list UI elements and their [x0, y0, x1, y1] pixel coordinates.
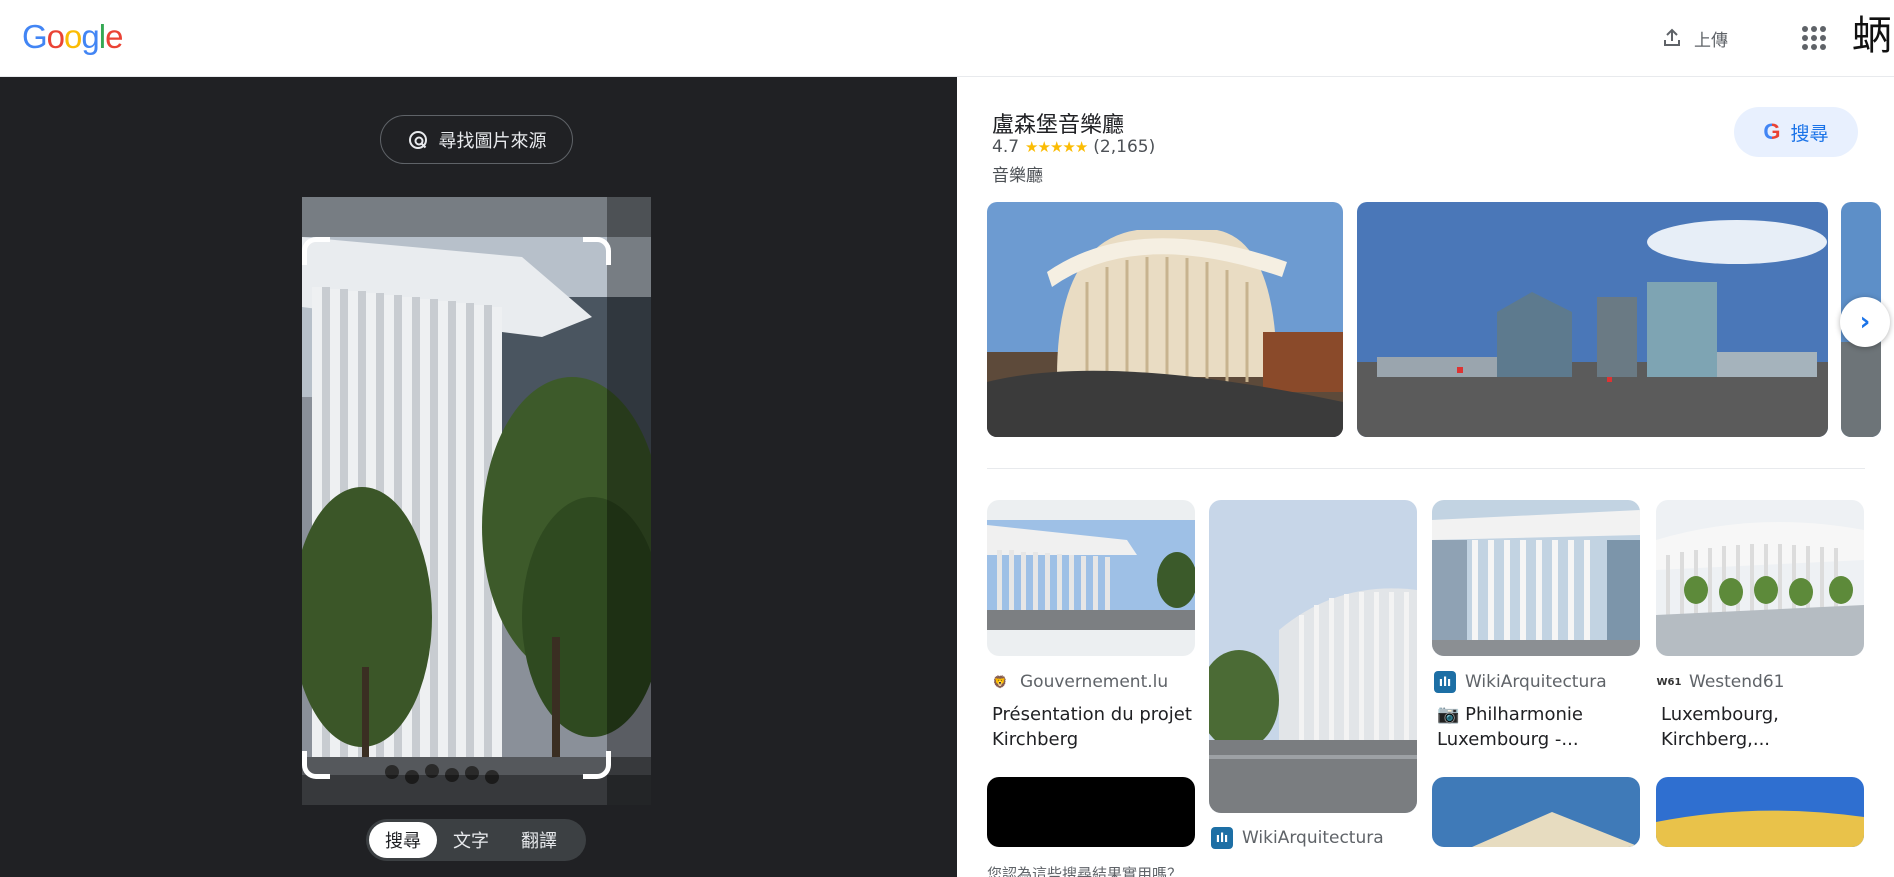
- rating-value: 4.7: [992, 137, 1020, 157]
- source-name: WikiArquitectura: [1465, 672, 1607, 692]
- carousel-next-button[interactable]: ›: [1840, 297, 1890, 347]
- crop-handle-bottom-left[interactable]: [302, 751, 330, 779]
- source-name: Gouvernement.lu: [1020, 672, 1169, 692]
- logo-letter: o: [46, 18, 65, 55]
- westend61-favicon-icon: W61: [1656, 676, 1682, 688]
- hero-image-2[interactable]: [1357, 202, 1828, 437]
- mode-tab-bar: 搜尋 文字 翻譯: [366, 819, 586, 861]
- crop-selection-frame[interactable]: [302, 237, 611, 779]
- logo-letter: e: [105, 18, 123, 55]
- result-image-4[interactable]: [1656, 500, 1864, 656]
- google-logo[interactable]: Google: [22, 18, 123, 56]
- upload-label: 上傳: [1694, 30, 1728, 51]
- crop-handle-bottom-right[interactable]: [583, 751, 611, 779]
- google-g-icon: G: [1763, 119, 1781, 144]
- result-source-1[interactable]: 🦁 Gouvernement.lu: [989, 671, 1169, 693]
- logo-letter: g: [81, 18, 99, 55]
- upload-button[interactable]: 上傳: [1660, 20, 1728, 56]
- search-label: 搜尋: [1790, 122, 1829, 145]
- result-source-4[interactable]: W61 Westend61: [1656, 671, 1785, 693]
- image-preview-panel: 尋找圖片來源 搜尋 文字 翻譯: [0, 77, 957, 877]
- find-source-label: 尋找圖片來源: [438, 130, 547, 152]
- results-panel: 盧森堡音樂廳 4.7 ★★★★★ (2,165) 音樂廳 G 搜尋 › 🦁 Go…: [957, 77, 1894, 877]
- section-divider: [987, 468, 1865, 469]
- rating-row: 4.7 ★★★★★ (2,165): [992, 137, 1155, 157]
- logo-letter: o: [64, 18, 82, 55]
- review-count[interactable]: (2,165): [1093, 137, 1155, 157]
- result-title-4[interactable]: Luxembourg, Kirchberg,...: [1661, 702, 1861, 752]
- result-title-1[interactable]: Présentation du projet Kirchberg: [992, 702, 1192, 752]
- result-title-3[interactable]: 📷 Philharmonie Luxembourg -...: [1437, 702, 1637, 752]
- place-title[interactable]: 盧森堡音樂廳: [992, 107, 1124, 139]
- wikiarquitectura-favicon-icon: ılı: [1211, 827, 1233, 849]
- crop-handle-top-left[interactable]: [302, 237, 330, 265]
- logo-letter: G: [22, 18, 48, 55]
- rating-stars-icon: ★★★★★: [1025, 138, 1088, 156]
- tab-search[interactable]: 搜尋: [369, 822, 437, 858]
- result-image-5[interactable]: [987, 777, 1195, 847]
- result-image-7[interactable]: [1656, 777, 1864, 847]
- source-name: WikiArquitectura: [1242, 828, 1384, 848]
- feedback-prompt: 您認為這些搜尋結果實用嗎？: [987, 865, 1183, 877]
- chevron-right-icon: ›: [1859, 307, 1871, 337]
- google-search-button[interactable]: G 搜尋: [1734, 107, 1858, 157]
- wikiarquitectura-favicon-icon: ılı: [1434, 671, 1456, 693]
- source-name: Westend61: [1689, 672, 1785, 692]
- result-image-3[interactable]: [1432, 500, 1640, 656]
- crop-handle-top-right[interactable]: [583, 237, 611, 265]
- header-bar: Google 上傳 蛃: [0, 0, 1894, 77]
- lens-search-icon: [408, 130, 427, 149]
- result-image-1[interactable]: [987, 500, 1195, 656]
- gouvernement-favicon-icon: 🦁: [992, 675, 1008, 689]
- tab-text[interactable]: 文字: [437, 822, 505, 858]
- result-source-2[interactable]: ılı WikiArquitectura: [1211, 827, 1384, 849]
- upload-icon: [1664, 28, 1680, 46]
- result-image-6[interactable]: [1432, 777, 1640, 847]
- apps-grid-icon[interactable]: [1800, 24, 1828, 52]
- result-source-3[interactable]: ılı WikiArquitectura: [1434, 671, 1607, 693]
- tab-translate[interactable]: 翻譯: [505, 822, 573, 858]
- hero-image-1[interactable]: [987, 202, 1343, 437]
- result-image-2[interactable]: [1209, 500, 1417, 813]
- find-image-source-button[interactable]: 尋找圖片來源: [380, 115, 573, 164]
- place-type: 音樂廳: [992, 166, 1043, 186]
- account-avatar[interactable]: 蛃: [1852, 14, 1892, 58]
